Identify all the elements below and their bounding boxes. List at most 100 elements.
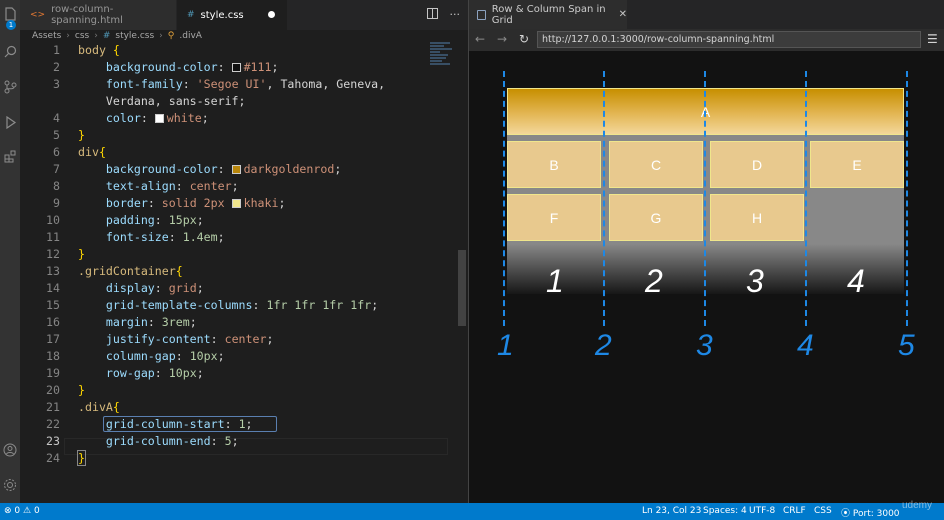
activity-bar: 1 [0, 0, 20, 503]
search-icon[interactable] [2, 43, 18, 59]
html-file-icon: <> [30, 10, 46, 20]
selector-icon: ⚲ [167, 31, 175, 41]
code-token: center [189, 179, 232, 193]
code-token: column-gap [105, 349, 176, 363]
hamburger-menu-icon[interactable]: ☰ [927, 32, 938, 46]
color-swatch[interactable] [231, 63, 241, 72]
line-number: 13 [46, 264, 60, 278]
code-token: white [166, 111, 202, 125]
extensions-icon[interactable] [2, 148, 18, 164]
warning-icon: ⚠ [23, 506, 32, 516]
line-number: 8 [53, 179, 60, 193]
code-token: margin [105, 315, 148, 329]
grid-line-marker [906, 71, 908, 326]
url-bar[interactable]: http://127.0.0.1:3000/row-column-spannin… [537, 31, 921, 48]
color-swatch[interactable] [231, 199, 241, 208]
breadcrumb-item[interactable]: Assets [32, 31, 61, 41]
encoding[interactable]: UTF-8 [749, 506, 775, 516]
run-debug-icon[interactable] [2, 114, 18, 130]
track-number: 1 [546, 263, 564, 299]
scrollbar-thumb[interactable] [458, 250, 466, 326]
code-token: solid 2px [161, 196, 225, 210]
grid-item-e: E [810, 141, 904, 188]
code-token: 1.4em [182, 230, 218, 244]
line-number: 11 [46, 230, 60, 244]
browser-tab-title: Row & Column Span in Grid [491, 3, 606, 26]
color-swatch[interactable] [154, 114, 164, 123]
forward-arrow-icon[interactable]: → [497, 32, 507, 46]
tab-label: style.css [200, 9, 244, 21]
code-token: display [105, 281, 155, 295]
watermark: udemy [902, 500, 933, 511]
grid-item-c: C [609, 141, 703, 188]
code-token: Verdana, sans-serif [105, 94, 239, 108]
grid-item-d: D [710, 141, 804, 188]
line-number: 19 [46, 366, 60, 380]
problems-indicator[interactable]: ⊗ 0 ⚠ 0 [4, 506, 40, 516]
error-count: 0 [14, 506, 21, 516]
grid-line-number: 1 [497, 329, 514, 362]
tab-row-column-spanning-html[interactable]: <> row-column-spanning.html [20, 0, 176, 30]
code-token: khaki [243, 196, 279, 210]
reload-icon[interactable]: ↻ [519, 32, 529, 46]
settings-gear-icon[interactable] [2, 477, 18, 493]
code-token: , Tahoma, Geneva, [266, 77, 386, 91]
line-number: 21 [46, 400, 60, 414]
grid-line-marker [603, 71, 605, 326]
split-editor-icon[interactable] [426, 8, 438, 22]
back-arrow-icon[interactable]: ← [475, 32, 485, 46]
editor-scrollbar[interactable] [458, 42, 466, 503]
line-number: 23 [46, 434, 60, 448]
code-token: body [78, 43, 106, 57]
line-number: 22 [46, 417, 60, 431]
account-icon[interactable] [2, 442, 18, 458]
unsaved-dot-icon[interactable] [268, 11, 275, 18]
editor-tab-bar: <> row-column-spanning.html # style.css … [20, 0, 468, 30]
cursor-position[interactable]: Ln 23, Col 23 [642, 506, 701, 516]
source-control-icon[interactable] [2, 79, 18, 95]
code-token: grid [168, 281, 197, 295]
code-token: 1fr 1fr 1fr 1fr [266, 298, 372, 312]
indentation[interactable]: Spaces: 4 [703, 506, 747, 516]
language-mode[interactable]: CSS [814, 506, 832, 516]
code-token: border [105, 196, 148, 210]
rendered-grid-page: A B C D E F G H 1 2 3 4 1 2 3 4 5 [469, 51, 944, 503]
editor-actions: ··· [426, 8, 461, 22]
live-server-port[interactable]: ⦿ Port: 3000 [841, 506, 900, 519]
code-token: 5 [224, 434, 232, 448]
grid-item-f: F [507, 194, 601, 241]
more-actions-icon[interactable]: ··· [450, 8, 461, 22]
code-token: 10px [189, 349, 218, 363]
code-token: .divA [78, 400, 113, 414]
browser-tab[interactable]: Row & Column Span in Grid ✕ [469, 0, 627, 29]
grid-line-marker [503, 71, 505, 326]
breadcrumb-item[interactable]: .divA [179, 31, 202, 41]
code-token: text-align [105, 179, 176, 193]
color-swatch[interactable] [231, 165, 241, 174]
browser-preview-pane: Row & Column Span in Grid ✕ ← → ↻ http:/… [468, 0, 944, 503]
port-label: Port: 3000 [852, 509, 900, 519]
breadcrumb-item[interactable]: css [75, 31, 89, 41]
code-token: 10px [168, 366, 197, 380]
tab-style-css[interactable]: # style.css [177, 0, 287, 30]
line-number: 16 [46, 315, 60, 329]
code-token: grid-column-end [105, 434, 211, 448]
track-number: 4 [847, 263, 865, 299]
breadcrumb-item[interactable]: style.css [115, 31, 154, 41]
line-number: 5 [53, 128, 60, 142]
line-number: 2 [53, 60, 60, 74]
line-number: 10 [46, 213, 60, 227]
line-ending[interactable]: CRLF [783, 506, 806, 516]
line-number: 15 [46, 298, 60, 312]
code-token: .gridContainer [78, 264, 176, 278]
track-number: 2 [645, 263, 663, 299]
grid-line-number: 3 [696, 329, 713, 362]
code-token: color [105, 111, 141, 125]
error-icon: ⊗ [4, 506, 12, 516]
css-file-icon: # [187, 10, 195, 20]
close-icon[interactable]: ✕ [619, 9, 627, 20]
breadcrumb: Assets › css › # style.css › ⚲ .divA [32, 31, 202, 41]
minimap[interactable] [430, 42, 456, 72]
line-number: 17 [46, 332, 60, 346]
code-editor[interactable]: 1 body { 2 background-color: #111; 3 font… [20, 42, 448, 503]
